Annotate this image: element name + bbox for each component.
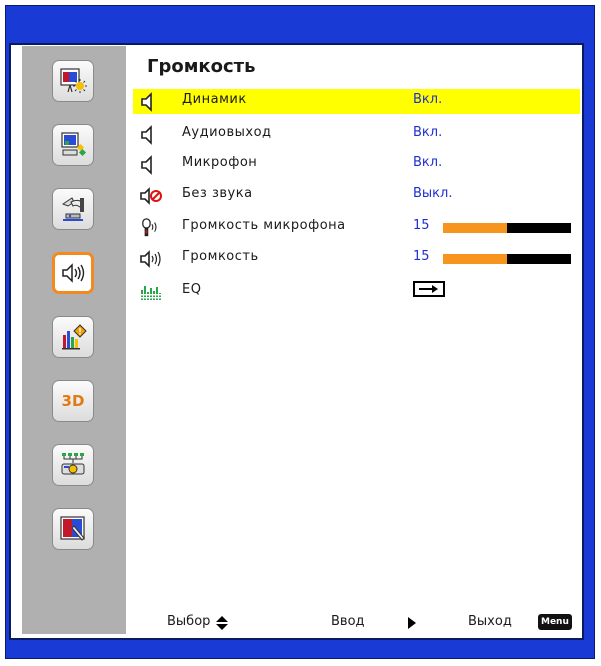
menu-row-label: EQ <box>182 282 202 297</box>
mic-volume-value: 15 <box>413 218 430 233</box>
volume-value: 15 <box>413 249 430 264</box>
mute-icon <box>140 187 162 205</box>
options-icon <box>62 324 87 350</box>
speaker-icon <box>141 125 152 145</box>
exit-hint-label: Выход <box>468 614 512 629</box>
volume-icon <box>62 263 85 283</box>
menu-row-speaker[interactable]: Динамик Вкл. <box>133 89 580 114</box>
3d-icon: 3D <box>61 392 85 410</box>
picture-settings-icon <box>60 68 87 93</box>
menu-row-volume[interactable]: Громкость 15 <box>133 246 580 271</box>
sidebar-item-display[interactable] <box>52 124 94 166</box>
volume-icon <box>140 250 161 268</box>
menu-row-label: Без звука <box>182 186 253 201</box>
menu-row-value[interactable]: Вкл. <box>413 125 442 140</box>
microphone-volume-icon <box>142 218 157 237</box>
sidebar-item-picture[interactable] <box>52 60 94 102</box>
menu-row-label: Громкость <box>182 249 259 264</box>
page-title: Громкость <box>147 56 256 77</box>
menu-row-value[interactable]: Выкл. <box>413 186 452 201</box>
sidebar-item-3d[interactable]: 3D <box>52 380 94 422</box>
sidebar-item-network[interactable] <box>52 444 94 486</box>
menu-row-mic-volume[interactable]: Громкость микрофона 15 <box>133 215 580 240</box>
interactive-icon <box>60 516 85 541</box>
volume-menu: Громкость Динамик Вкл. Аудиовыход Вкл. М… <box>130 46 580 634</box>
menu-row-value[interactable]: Вкл. <box>413 155 442 170</box>
speaker-icon <box>141 155 152 175</box>
menu-row-label: Громкость микрофона <box>182 218 346 233</box>
sidebar: 3D <box>22 46 126 634</box>
enter-hint-label: Ввод <box>331 614 365 629</box>
menu-row-label: Аудиовыход <box>182 125 272 140</box>
menu-row-audio-out[interactable]: Аудиовыход Вкл. <box>133 122 580 147</box>
play-arrow-icon <box>407 616 417 634</box>
setup-icon <box>61 197 84 221</box>
equalizer-icon <box>140 286 162 300</box>
menu-row-value[interactable]: Вкл. <box>413 92 442 107</box>
sidebar-item-setup[interactable] <box>52 188 94 230</box>
arrow-right-icon <box>419 285 438 293</box>
mic-volume-slider[interactable] <box>443 223 571 233</box>
menu-row-label: Микрофон <box>182 155 258 170</box>
menu-row-mute[interactable]: Без звука Выкл. <box>133 183 580 208</box>
speaker-icon <box>141 92 152 112</box>
eq-enter-button[interactable] <box>413 281 445 297</box>
volume-fill <box>443 254 507 264</box>
sidebar-item-volume[interactable] <box>52 252 94 294</box>
mic-volume-fill <box>443 223 507 233</box>
sidebar-item-interactive[interactable] <box>52 508 94 550</box>
display-settings-icon <box>61 132 87 157</box>
up-down-arrows-icon <box>215 615 229 635</box>
help-bar: Выбор Ввод Выход Menu <box>130 614 580 634</box>
select-hint-label: Выбор <box>167 614 211 629</box>
menu-key-icon: Menu <box>538 614 572 630</box>
menu-row-microphone[interactable]: Микрофон Вкл. <box>133 152 580 177</box>
menu-row-eq[interactable]: EQ <box>133 279 580 304</box>
menu-row-label: Динамик <box>182 92 247 107</box>
volume-slider[interactable] <box>443 254 571 264</box>
network-icon <box>61 453 85 475</box>
sidebar-item-options[interactable] <box>52 316 94 358</box>
